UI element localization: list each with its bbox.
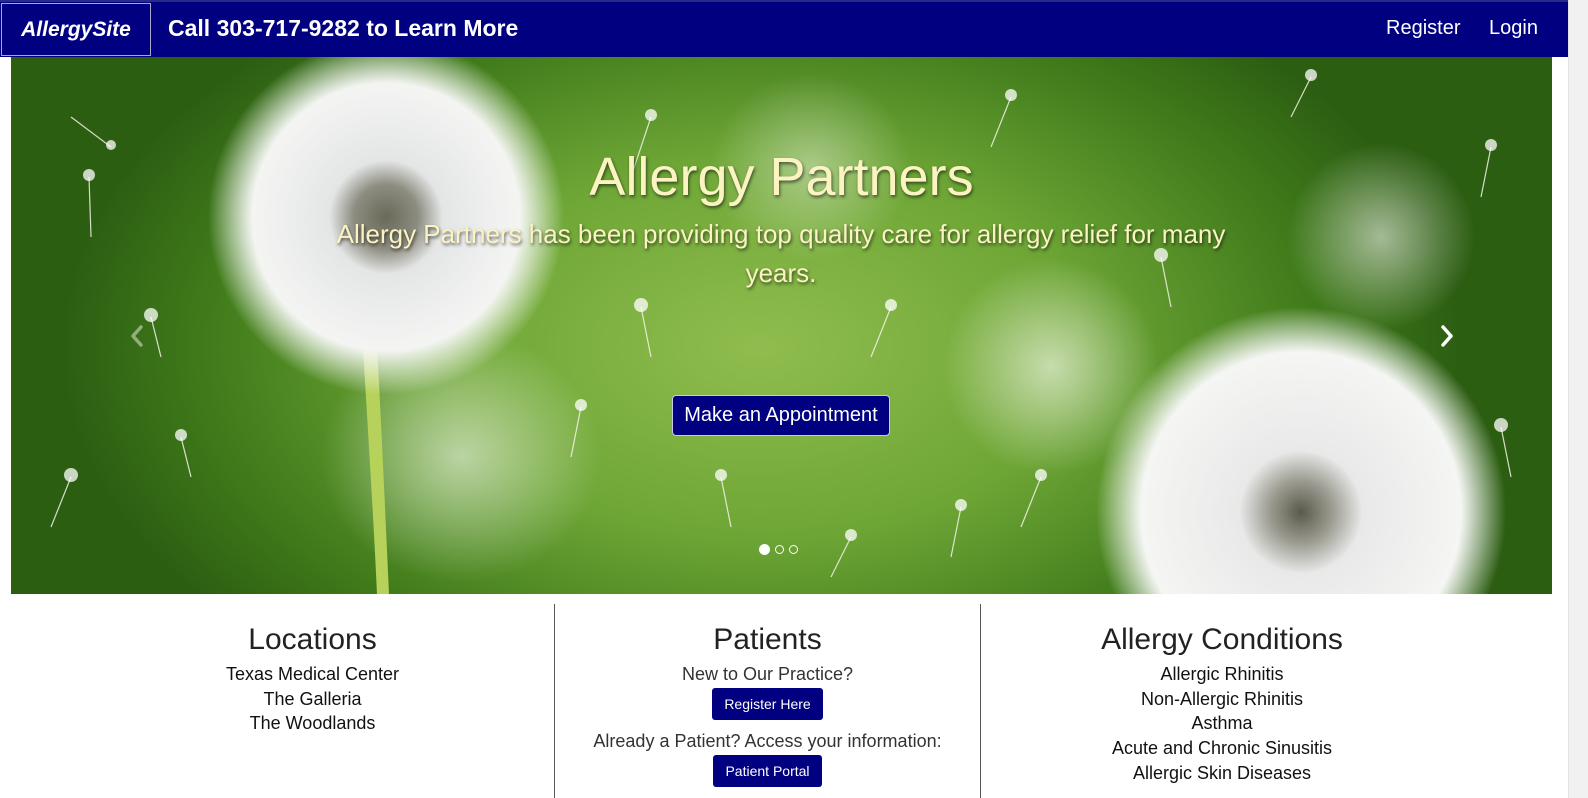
patients-section: Patients New to Our Practice? Register H… <box>554 604 981 798</box>
nav-register-link[interactable]: Register <box>1386 16 1460 40</box>
nav-login-link[interactable]: Login <box>1489 16 1538 40</box>
carousel-next-button[interactable] <box>1435 321 1459 351</box>
top-navbar: AllergySite Call 303-717-9282 to Learn M… <box>0 0 1568 57</box>
condition-link[interactable]: Asthma <box>982 711 1462 736</box>
location-link[interactable]: The Woodlands <box>72 711 553 736</box>
locations-heading: Locations <box>248 623 377 656</box>
conditions-list: Allergic Rhinitis Non-Allergic Rhinitis … <box>982 662 1462 786</box>
make-appointment-button[interactable]: Make an Appointment <box>672 395 890 436</box>
allergy-conditions-section: Allergy Conditions Allergic Rhinitis Non… <box>982 604 1462 798</box>
carousel-indicators <box>759 544 798 555</box>
locations-list: Texas Medical Center The Galleria The Wo… <box>72 662 553 736</box>
new-patient-prompt: New to Our Practice? <box>681 664 854 684</box>
patient-portal-button[interactable]: Patient Portal <box>713 755 822 787</box>
conditions-heading: Allergy Conditions <box>1101 623 1343 656</box>
hero-carousel: Allergy Partners Allergy Partners has be… <box>11 57 1552 594</box>
condition-link[interactable]: Allergic Rhinitis <box>982 662 1462 687</box>
locations-section: Locations Texas Medical Center The Galle… <box>72 604 553 798</box>
patients-heading: Patients <box>713 623 822 656</box>
brand-logo-link[interactable]: AllergySite <box>1 3 151 56</box>
chevron-left-icon <box>131 325 143 347</box>
condition-link[interactable]: Acute and Chronic Sinusitis <box>982 736 1462 761</box>
carousel-indicator-1[interactable] <box>759 544 770 555</box>
condition-link[interactable]: Allergic Skin Diseases <box>982 761 1462 786</box>
carousel-prev-button[interactable] <box>125 321 149 351</box>
hero-subtitle: Allergy Partners has been providing top … <box>336 219 1226 288</box>
hero-title: Allergy Partners <box>589 147 974 207</box>
phone-call-text: Call 303-717-9282 to Learn More <box>168 15 519 41</box>
location-link[interactable]: Texas Medical Center <box>72 662 553 687</box>
dandelion-background-image <box>50 57 1512 594</box>
location-link[interactable]: The Galleria <box>72 687 553 712</box>
carousel-indicator-3[interactable] <box>789 545 798 554</box>
condition-link[interactable]: Non-Allergic Rhinitis <box>982 687 1462 712</box>
page-scrollbar-track[interactable] <box>1568 0 1588 798</box>
chevron-right-icon <box>1441 325 1453 347</box>
existing-patient-prompt: Already a Patient? Access your informati… <box>593 731 942 751</box>
register-here-button[interactable]: Register Here <box>712 688 823 720</box>
carousel-indicator-2[interactable] <box>775 545 784 554</box>
